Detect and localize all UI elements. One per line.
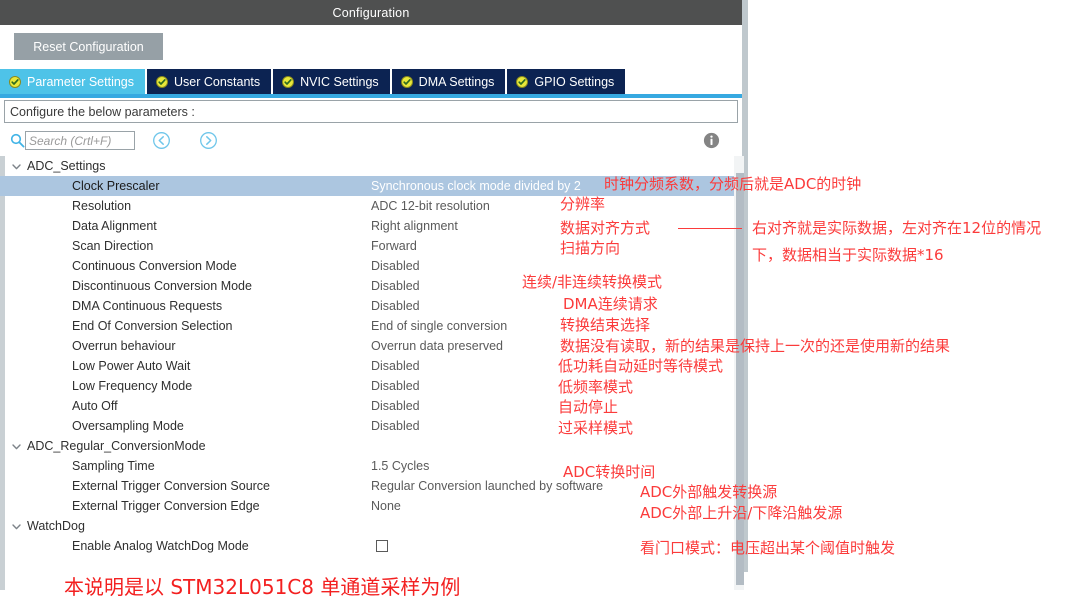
enable-analog-watchdog-checkbox[interactable]	[376, 540, 388, 552]
tree-group-label: ADC_Settings	[27, 159, 106, 173]
param-value[interactable]: Disabled	[371, 419, 420, 433]
circle-right-arrow-icon[interactable]	[199, 131, 218, 150]
param-value[interactable]: Disabled	[371, 399, 420, 413]
reset-configuration-button[interactable]: Reset Configuration	[14, 33, 163, 60]
vertical-scrollbar-thumb[interactable]	[736, 173, 744, 585]
param-label: Enable Analog WatchDog Mode	[72, 539, 249, 553]
param-value[interactable]: Right alignment	[371, 219, 458, 233]
check-circle-icon	[516, 75, 529, 88]
param-value[interactable]: Regular Conversion launched by software	[371, 479, 603, 493]
tab-gpio-settings[interactable]: GPIO Settings	[507, 69, 628, 94]
param-value[interactable]: Disabled	[371, 259, 420, 273]
tabstrip: Parameter Settings User Constants NVIC S…	[0, 69, 742, 94]
toolbar: Reset Configuration	[0, 25, 742, 69]
param-label: Clock Prescaler	[72, 179, 160, 193]
tree-group-adc-regular-conversionmode[interactable]: ADC_Regular_ConversionMode	[0, 436, 742, 456]
annotation-text: 下，数据相当于实际数据*16	[752, 246, 944, 264]
window-body: Reset Configuration Parameter Settings U…	[0, 25, 744, 590]
configure-hint-bar: Configure the below parameters :	[4, 100, 738, 123]
table-row[interactable]: DMA Continuous Requests Disabled	[0, 296, 742, 316]
param-label: Scan Direction	[72, 239, 154, 253]
configure-hint-text: Configure the below parameters :	[10, 104, 195, 119]
parameter-tree: ADC_Settings Clock Prescaler Synchronous…	[0, 156, 742, 590]
tab-label: User Constants	[174, 74, 261, 89]
table-row[interactable]: Overrun behaviour Overrun data preserved	[0, 336, 742, 356]
param-label: Overrun behaviour	[72, 339, 176, 353]
chevron-down-icon	[11, 441, 22, 452]
chevron-down-icon	[11, 521, 22, 532]
param-value[interactable]: Forward	[371, 239, 417, 253]
param-value[interactable]: Disabled	[371, 379, 420, 393]
param-value[interactable]: Disabled	[371, 359, 420, 373]
param-value[interactable]: Disabled	[371, 279, 420, 293]
tab-nvic-settings[interactable]: NVIC Settings	[273, 69, 392, 94]
param-label: External Trigger Conversion Source	[72, 479, 271, 493]
param-value[interactable]: Disabled	[371, 299, 420, 313]
param-value[interactable]: None	[371, 499, 401, 513]
table-row[interactable]: Clock Prescaler Synchronous clock mode d…	[0, 176, 742, 196]
param-label: Low Power Auto Wait	[72, 359, 191, 373]
check-circle-icon	[400, 75, 413, 88]
tab-label: Parameter Settings	[27, 74, 134, 89]
check-circle-icon	[9, 75, 21, 88]
table-row[interactable]: Resolution ADC 12-bit resolution	[0, 196, 742, 216]
window-title: Configuration	[332, 5, 410, 20]
param-label: Oversampling Mode	[72, 419, 184, 433]
table-row[interactable]: Auto Off Disabled	[0, 396, 742, 416]
param-value[interactable]: Synchronous clock mode divided by 2	[371, 179, 581, 193]
info-icon[interactable]	[703, 132, 720, 149]
param-label: Data Alignment	[72, 219, 157, 233]
param-label: Auto Off	[72, 399, 118, 413]
table-row[interactable]: Discontinuous Conversion Mode Disabled	[0, 276, 742, 296]
param-value[interactable]: End of single conversion	[371, 319, 507, 333]
window-titlebar: Configuration	[0, 0, 742, 25]
param-label: End Of Conversion Selection	[72, 319, 233, 333]
table-row[interactable]: End Of Conversion Selection End of singl…	[0, 316, 742, 336]
table-row[interactable]: Enable Analog WatchDog Mode	[0, 536, 742, 556]
tab-parameter-settings[interactable]: Parameter Settings	[0, 69, 147, 94]
param-value[interactable]: Overrun data preserved	[371, 339, 503, 353]
param-label: External Trigger Conversion Edge	[72, 499, 260, 513]
param-label: Low Frequency Mode	[72, 379, 193, 393]
table-row[interactable]: Sampling Time 1.5 Cycles	[0, 456, 742, 476]
tab-user-constants[interactable]: User Constants	[147, 69, 274, 94]
check-circle-icon	[156, 75, 168, 88]
tab-label: GPIO Settings	[534, 74, 615, 89]
table-row[interactable]: External Trigger Conversion Source Regul…	[0, 476, 742, 496]
param-label: Discontinuous Conversion Mode	[72, 279, 252, 293]
param-label: Sampling Time	[72, 459, 155, 473]
tab-label: DMA Settings	[418, 74, 495, 89]
table-row[interactable]: Low Power Auto Wait Disabled	[0, 356, 742, 376]
param-label: Resolution	[72, 199, 132, 213]
tree-group-label: ADC_Regular_ConversionMode	[27, 439, 206, 453]
table-row[interactable]: Data Alignment Right alignment	[0, 216, 742, 236]
tree-group-label: WatchDog	[27, 519, 85, 533]
search-input[interactable]	[25, 131, 135, 150]
param-label: DMA Continuous Requests	[72, 299, 223, 313]
tab-label: NVIC Settings	[300, 74, 379, 89]
chevron-down-icon	[11, 161, 22, 172]
search-row	[0, 128, 742, 156]
annotation-text: 右对齐就是实际数据，左对齐在12位的情况	[752, 219, 1042, 237]
param-label: Continuous Conversion Mode	[72, 259, 237, 273]
table-row[interactable]: Oversampling Mode Disabled	[0, 416, 742, 436]
tree-group-watchdog[interactable]: WatchDog	[0, 516, 742, 536]
configuration-window: Configuration Reset Configuration Parame…	[0, 0, 748, 590]
tab-dma-settings[interactable]: DMA Settings	[391, 69, 508, 94]
search-icon	[10, 133, 25, 148]
table-row[interactable]: Scan Direction Forward	[0, 236, 742, 256]
table-row[interactable]: External Trigger Conversion Edge None	[0, 496, 742, 516]
param-value[interactable]: 1.5 Cycles	[371, 459, 429, 473]
check-circle-icon	[282, 75, 295, 88]
circle-left-arrow-icon[interactable]	[152, 131, 171, 150]
param-value[interactable]: ADC 12-bit resolution	[371, 199, 490, 213]
table-row[interactable]: Continuous Conversion Mode Disabled	[0, 256, 742, 276]
table-row[interactable]: Low Frequency Mode Disabled	[0, 376, 742, 396]
tree-group-adc-settings[interactable]: ADC_Settings	[0, 156, 742, 176]
tab-underline	[0, 94, 742, 98]
